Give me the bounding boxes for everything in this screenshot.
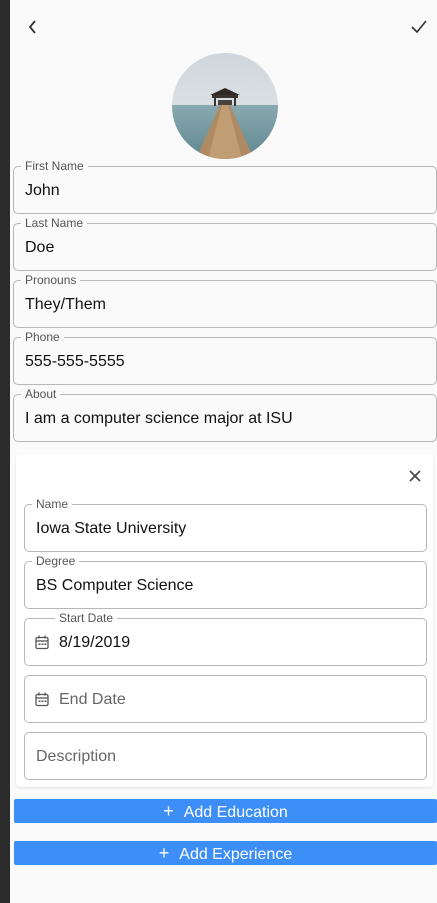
about-value: I am a computer science major at ISU [25,410,293,427]
school-name-value: Iowa State University [36,520,187,537]
close-icon [409,470,421,482]
top-bar [10,0,437,52]
save-button[interactable] [409,16,429,38]
start-date-field[interactable]: Start Date 8/19/2019 [24,611,427,666]
pier-photo [172,53,278,159]
pronouns-value: They/Them [25,296,106,313]
chevron-left-icon [28,20,36,34]
end-date-field[interactable]: End Date [24,675,427,723]
add-experience-label: Add Experience [179,846,293,863]
degree-label: Degree [32,554,80,568]
school-name-field[interactable]: Name Iowa State University [24,497,427,552]
end-date-placeholder: End Date [59,691,126,708]
add-education-button[interactable]: + Add Education [14,799,437,823]
calendar-icon [35,692,49,707]
add-experience-button[interactable]: + Add Experience [14,841,437,865]
education-card: Name Iowa State University Degree BS Com… [16,454,433,787]
last-name-label: Last Name [21,216,88,230]
back-button[interactable] [24,16,42,38]
profile-avatar[interactable] [172,53,278,159]
first-name-label: First Name [21,159,88,173]
last-name-field[interactable]: Last Name Doe [13,216,437,271]
phone-label: Phone [21,330,64,344]
about-field[interactable]: About I am a computer science major at I… [13,387,437,442]
description-field[interactable]: Description [24,732,427,780]
phone-field[interactable]: Phone 555-555-5555 [13,330,437,385]
phone-value: 555-555-5555 [25,353,125,370]
calendar-icon [35,635,49,650]
first-name-field[interactable]: First Name John [13,159,437,214]
plus-icon: + [163,801,174,821]
add-education-label: Add Education [183,804,288,821]
last-name-value: Doe [25,239,55,256]
degree-value: BS Computer Science [36,577,194,594]
description-placeholder: Description [36,748,117,765]
degree-field[interactable]: Degree BS Computer Science [24,554,427,609]
start-date-label: Start Date [55,611,118,625]
plus-icon: + [158,843,170,863]
about-label: About [21,387,61,401]
edit-profile-screen: First Name John Last Name Doe Pronouns T… [10,0,437,903]
remove-education-button[interactable] [405,466,425,486]
pronouns-label: Pronouns [21,273,81,287]
school-name-label: Name [32,497,73,511]
start-date-value: 8/19/2019 [59,634,131,651]
check-icon [411,20,427,34]
pronouns-field[interactable]: Pronouns They/Them [13,273,437,328]
first-name-value: John [25,182,60,199]
